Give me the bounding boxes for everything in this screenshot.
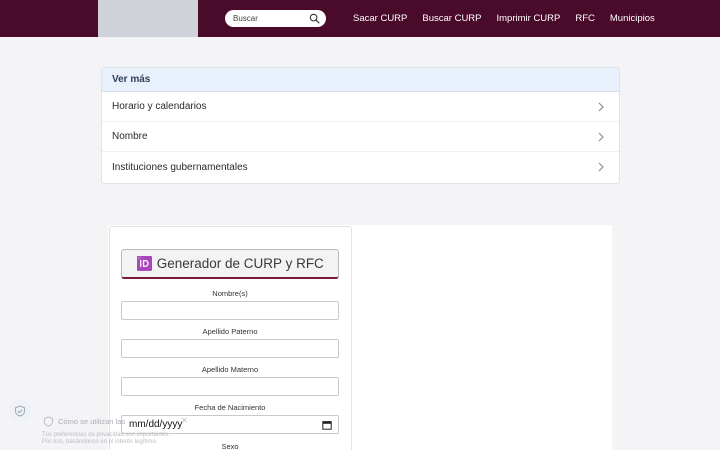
ver-mas-item-nombre[interactable]: Nombre <box>102 122 619 152</box>
nav-buscar-curp[interactable]: Buscar CURP <box>422 13 481 24</box>
privacy-badge[interactable] <box>9 400 31 422</box>
search-icon[interactable] <box>309 13 320 24</box>
main-nav: Sacar CURP Buscar CURP Imprimir CURP RFC… <box>353 0 670 37</box>
nombre-label: Nombre(s) <box>212 289 248 298</box>
cookie-line: Tus preferencias de privacidad son impor… <box>42 432 170 438</box>
apellido-materno-label: Apellido Materno <box>201 365 259 374</box>
nav-imprimir-curp[interactable]: Imprimir CURP <box>497 13 561 24</box>
fecha-nacimiento-label: Fecha de Nacimiento <box>194 403 266 412</box>
date-placeholder: mm/dd/yyyy <box>129 419 183 430</box>
nav-rfc[interactable]: RFC <box>575 13 595 24</box>
ver-mas-item-label: Nombre <box>112 131 148 142</box>
curp-rfc-generator-button[interactable]: 🆔 Generador de CURP y RFC <box>121 249 339 279</box>
ver-mas-panel: Ver más Horario y calendarios Nombre Ins… <box>101 67 620 184</box>
apellido-materno-input[interactable] <box>121 377 339 396</box>
calendar-icon[interactable] <box>322 420 332 430</box>
nav-municipios[interactable]: Municipios <box>610 13 655 24</box>
shield-icon <box>43 416 54 427</box>
chevron-right-icon <box>598 102 604 112</box>
nombre-input[interactable] <box>121 301 339 320</box>
shield-icon <box>15 405 25 417</box>
ver-mas-item-horario[interactable]: Horario y calendarios <box>102 92 619 122</box>
cookie-notice-text: Tus preferencias de privacidad son impor… <box>42 432 192 445</box>
ver-mas-title: Ver más <box>102 68 619 92</box>
ver-mas-item-instituciones[interactable]: Instituciones gubernamentales <box>102 152 619 182</box>
chevron-right-icon <box>598 132 604 142</box>
close-icon[interactable]: ✕ <box>181 416 188 425</box>
cookie-line: Por eso, basándonos en el interés legíti… <box>42 438 158 445</box>
chevron-right-icon <box>598 162 604 172</box>
apellido-paterno-input[interactable] <box>121 339 339 358</box>
ver-mas-item-label: Horario y calendarios <box>112 101 207 112</box>
search-box[interactable] <box>225 10 326 27</box>
apellido-paterno-label: Apellido Paterno <box>202 327 258 336</box>
site-logo-placeholder[interactable] <box>98 0 198 37</box>
search-input[interactable] <box>233 14 303 23</box>
ver-mas-item-label: Instituciones gubernamentales <box>112 161 248 173</box>
cookie-notice-title: Cómo se utilizan las <box>58 417 126 426</box>
nav-sacar-curp[interactable]: Sacar CURP <box>353 13 407 24</box>
